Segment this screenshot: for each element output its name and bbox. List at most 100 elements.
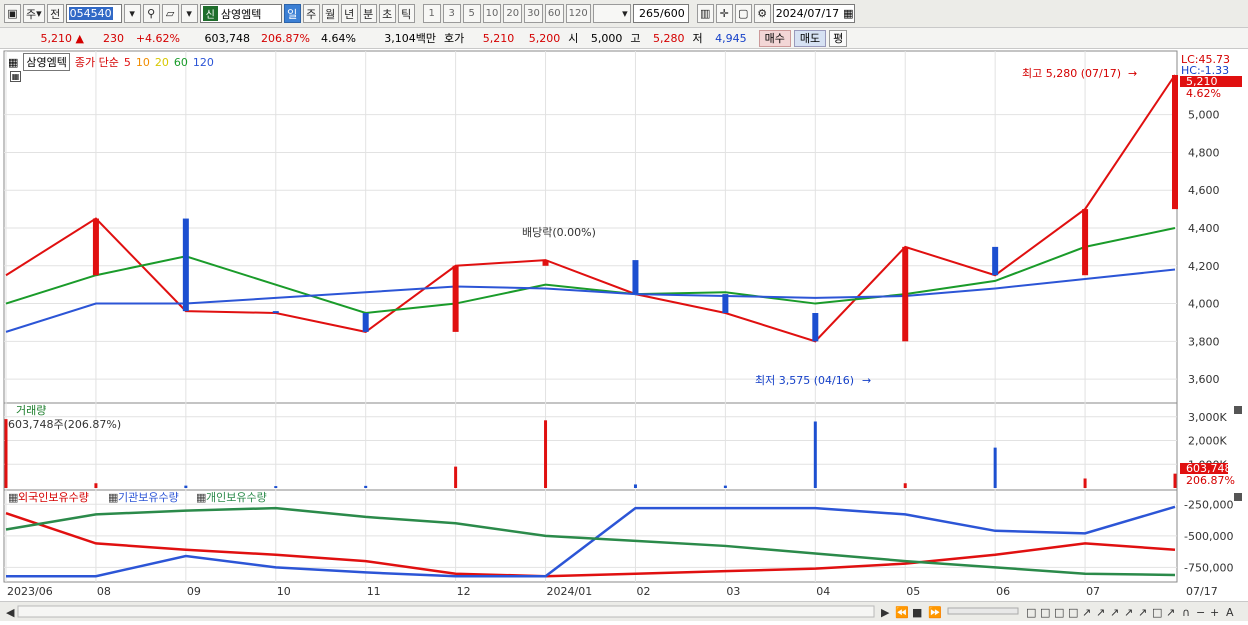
volume-pct-tag: 206.87% — [1186, 474, 1235, 487]
interval-input[interactable]: ▾ — [592, 4, 631, 23]
volume-bar — [454, 466, 458, 488]
price-candle — [452, 265, 459, 332]
count-total: /600 — [659, 7, 685, 20]
price-tick-label: 4,400 — [1188, 222, 1220, 235]
ma-20-label: 20 — [154, 55, 169, 69]
tool-icon-2[interactable]: □ — [1040, 606, 1050, 619]
price-candle — [542, 260, 549, 266]
volume-bar — [993, 447, 997, 488]
table-icon[interactable]: ▦ — [10, 71, 21, 82]
magnet-icon[interactable]: ∩ — [1182, 606, 1190, 619]
interval-20[interactable]: 20 — [503, 4, 523, 23]
speaker-icon[interactable]: ▱ — [161, 4, 179, 23]
period-label: 주 — [26, 7, 37, 21]
price-tick-label: 3,800 — [1188, 335, 1220, 348]
tool-icon-10[interactable]: □ — [1152, 606, 1162, 619]
speaker-dropdown-icon[interactable]: ▾ — [180, 4, 198, 23]
interval-120[interactable]: 120 — [565, 4, 591, 23]
price-candle — [182, 218, 189, 312]
volume-tick-label: 3,000K — [1188, 411, 1227, 424]
interval-30[interactable]: 30 — [524, 4, 543, 23]
stock-name-field[interactable]: 신 삼영엠텍 — [199, 4, 282, 23]
count-field[interactable]: 265/600 — [632, 4, 689, 23]
period-select[interactable]: 주 ▾ — [23, 4, 45, 23]
tool-icon-8[interactable]: ↗ — [1124, 606, 1133, 619]
interval-10[interactable]: 10 — [482, 4, 502, 23]
forward-icon[interactable]: ⏩ — [928, 606, 942, 619]
volume-bar — [364, 485, 368, 488]
open-price: 5,000 — [590, 31, 623, 45]
tool-icon-1[interactable]: □ — [1026, 606, 1036, 619]
interval-60[interactable]: 60 — [544, 4, 564, 23]
gear-icon[interactable]: ⚙ — [753, 4, 771, 23]
tool-icon-6[interactable]: ↗ — [1096, 606, 1105, 619]
zoom-slider[interactable] — [947, 607, 1019, 615]
price-candle — [362, 313, 369, 332]
tab-week[interactable]: 주 — [302, 4, 320, 23]
zoom-out-icon[interactable]: − — [1196, 606, 1205, 619]
trade-amount: 3,104백만 — [384, 32, 436, 45]
tool-icon-9[interactable]: ↗ — [1138, 606, 1147, 619]
prev-button[interactable]: 전 — [46, 4, 64, 23]
tab-minute[interactable]: 분 — [359, 4, 377, 23]
tool-icon-11[interactable]: ↗ — [1166, 606, 1175, 619]
bottom-scrollbar[interactable]: ◀ ▶ ⏪ ■ ⏩ □ □ □ □ ↗ ↗ ↗ ↗ ↗ □ ↗ ∩ − + A — [0, 601, 1248, 621]
stock-code-input[interactable]: 054540 — [65, 4, 122, 23]
interval-3[interactable]: 3 — [442, 4, 461, 23]
legend-box-icon-2: ▦ — [108, 491, 118, 504]
interval-1[interactable]: 1 — [422, 4, 441, 23]
scroll-left-icon[interactable]: ◀ — [6, 606, 15, 619]
ma-10-label: 10 — [135, 55, 150, 69]
price-candle — [992, 246, 999, 276]
eval-button[interactable]: 평 — [829, 29, 848, 47]
save-icon[interactable]: ▢ — [734, 4, 752, 23]
chart-area[interactable]: 5,000 4,800 4,600 4,400 4,200 4,000 3,800 3,600… — [0, 50, 1248, 602]
cross-icon[interactable]: ✛ — [715, 4, 733, 23]
holding-close-icon[interactable] — [1234, 493, 1242, 501]
rewind-icon[interactable]: ⏪ — [895, 606, 909, 619]
buy-button[interactable]: 매수 — [758, 29, 791, 47]
high-label: 고 — [630, 32, 641, 45]
zoom-in-icon[interactable]: + — [1210, 606, 1219, 619]
code-dropdown-icon[interactable]: ▾ — [123, 4, 141, 23]
date-field[interactable]: 2024/07/17 ▦ — [772, 4, 855, 23]
sell-button[interactable]: 매도 — [793, 29, 827, 47]
tab-month[interactable]: 월 — [321, 4, 339, 23]
stock-title-box[interactable]: 삼영엠텍 — [23, 53, 70, 71]
volume-bar — [94, 483, 98, 488]
price-legend: ▦ 삼영엠텍 종가 단순 5 10 20 60 120 — [8, 53, 214, 71]
tool-icon-7[interactable]: ↗ — [1110, 606, 1119, 619]
low-annotation: 최저 3,575 (04/16) — [755, 374, 854, 387]
candle-icon[interactable]: ▥ — [696, 4, 714, 23]
volume-close-icon[interactable] — [1234, 406, 1242, 414]
legend-box-icon: ▦ — [8, 491, 18, 504]
individual-holding-label: 개인보유수량 — [206, 491, 267, 504]
calendar-icon[interactable]: ▦ — [843, 7, 853, 20]
tab-year[interactable]: 년 — [340, 4, 358, 23]
tool-icon-3[interactable]: □ — [1054, 606, 1064, 619]
search-icon[interactable]: ⚲ — [142, 4, 160, 23]
tab-tick[interactable]: 틱 — [397, 4, 415, 23]
ma-120-label: 120 — [192, 55, 214, 69]
tool-icon-4[interactable]: □ — [1068, 606, 1078, 619]
stop-icon[interactable]: ■ — [912, 606, 922, 619]
ma-indicator-label: 종가 단순 — [74, 56, 119, 69]
interval-5[interactable]: 5 — [462, 4, 481, 23]
play-icon[interactable]: ▶ — [881, 606, 890, 619]
chart-canvas[interactable]: 5,000 4,800 4,600 4,400 4,200 4,000 3,800 3,600… — [0, 50, 1248, 602]
up-arrow-icon: ▲ — [75, 31, 84, 45]
tab-day[interactable]: 일 — [283, 4, 301, 23]
tool-icon-5[interactable]: ↗ — [1082, 606, 1091, 619]
text-tool-icon[interactable]: A — [1226, 606, 1234, 619]
scroll-track[interactable] — [17, 605, 875, 618]
volume-bar — [723, 485, 727, 488]
volume-title: 거래량 — [16, 404, 46, 417]
x-tick-label: 05 — [906, 585, 920, 598]
tab-second[interactable]: 초 — [378, 4, 396, 23]
price-tick-label: 4,200 — [1188, 260, 1220, 273]
layout-icon[interactable]: ▣ — [4, 4, 21, 23]
price-candle — [632, 260, 639, 295]
legend-menu-icon[interactable]: ▦ — [8, 56, 18, 69]
x-tick-label: 12 — [457, 585, 471, 598]
x-tick-label: 10 — [277, 585, 291, 598]
